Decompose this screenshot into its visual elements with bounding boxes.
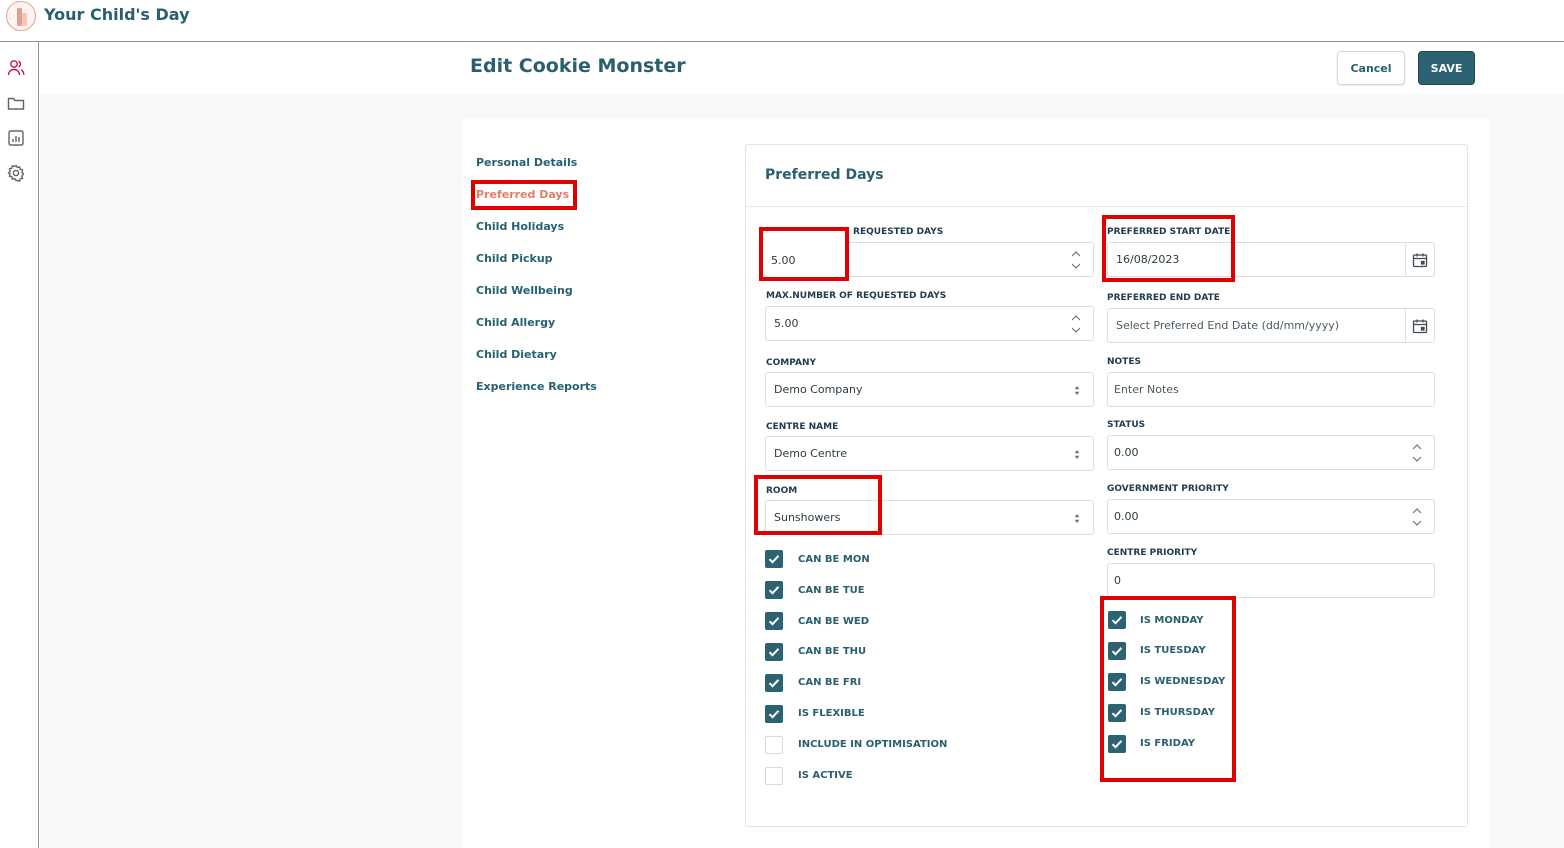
- stepper-icon[interactable]: [1071, 249, 1081, 271]
- menu-item-personal-details[interactable]: Personal Details: [476, 156, 577, 169]
- status-input[interactable]: 0.00: [1107, 435, 1435, 470]
- cancel-button[interactable]: Cancel: [1337, 51, 1405, 85]
- include-in-optimisation-checkbox[interactable]: [765, 736, 783, 754]
- max-days-label: MAX.NUMBER OF REQUESTED DAYS: [766, 291, 947, 301]
- can-be-mon-label[interactable]: CAN BE MON: [798, 554, 870, 565]
- settings-gear-icon[interactable]: [6, 163, 26, 183]
- panel-divider: [746, 206, 1467, 207]
- check-icon: [1111, 709, 1123, 718]
- check-icon: [1111, 740, 1123, 749]
- menu-item-child-wellbeing[interactable]: Child Wellbeing: [476, 284, 573, 297]
- menu-item-child-pickup[interactable]: Child Pickup: [476, 252, 553, 265]
- centre-priority-input[interactable]: 0: [1107, 563, 1435, 598]
- is-tuesday-label[interactable]: IS TUESDAY: [1140, 645, 1206, 656]
- stepper-icon[interactable]: [1412, 442, 1422, 464]
- folder-icon[interactable]: [6, 93, 26, 113]
- can-be-fri-checkbox[interactable]: [765, 674, 783, 692]
- room-select[interactable]: Sunshowers: [765, 500, 1094, 535]
- include-in-optimisation-label[interactable]: INCLUDE IN OPTIMISATION: [798, 739, 947, 750]
- check-icon: [768, 648, 780, 657]
- start-date-label: PREFERRED START DATE: [1107, 227, 1231, 237]
- centre-name-select[interactable]: Demo Centre: [765, 436, 1094, 471]
- min-days-label: MIN.NUMBER OF REQUESTED DAYS: [766, 227, 944, 237]
- centre-priority-label: CENTRE PRIORITY: [1107, 548, 1198, 558]
- can-be-thu-checkbox[interactable]: [765, 643, 783, 661]
- top-bar: Your Child's Day: [0, 0, 1564, 42]
- gov-priority-input[interactable]: 0.00: [1107, 499, 1435, 534]
- menu-item-child-dietary[interactable]: Child Dietary: [476, 348, 557, 361]
- panel-title: Preferred Days: [765, 167, 884, 183]
- select-arrows-icon: [1074, 514, 1080, 523]
- company-label: COMPANY: [766, 358, 816, 368]
- menu-item-child-allergy[interactable]: Child Allergy: [476, 316, 555, 329]
- menu-item-experience-reports[interactable]: Experience Reports: [476, 380, 597, 393]
- menu-item-preferred-days[interactable]: Preferred Days: [476, 188, 569, 201]
- stepper-icon[interactable]: [1412, 506, 1422, 528]
- can-be-thu-label[interactable]: CAN BE THU: [798, 646, 866, 657]
- check-icon: [768, 586, 780, 595]
- check-icon: [768, 679, 780, 688]
- select-arrows-icon: [1074, 450, 1080, 459]
- min-days-input[interactable]: 5.00: [765, 242, 1094, 277]
- is-wednesday-checkbox[interactable]: [1108, 673, 1126, 691]
- check-icon: [768, 710, 780, 719]
- is-active-checkbox[interactable]: [765, 767, 783, 785]
- start-date-input[interactable]: 16/08/2023: [1107, 242, 1435, 277]
- max-days-input[interactable]: 5.00: [765, 306, 1094, 341]
- check-icon: [1111, 616, 1123, 625]
- centre-name-label: CENTRE NAME: [766, 422, 839, 432]
- gov-priority-label: GOVERNMENT PRIORITY: [1107, 484, 1229, 494]
- check-icon: [1111, 678, 1123, 687]
- is-friday-checkbox[interactable]: [1108, 735, 1126, 753]
- check-icon: [1111, 647, 1123, 656]
- end-date-input[interactable]: Select Preferred End Date (dd/mm/yyyy): [1107, 308, 1435, 343]
- is-flexible-checkbox[interactable]: [765, 705, 783, 723]
- end-date-calendar-button[interactable]: [1405, 309, 1434, 342]
- notes-label: NOTES: [1107, 357, 1141, 367]
- can-be-wed-label[interactable]: CAN BE WED: [798, 616, 869, 627]
- app-title[interactable]: Your Child's Day: [44, 5, 190, 24]
- calendar-icon: [1412, 319, 1428, 333]
- app-logo-icon[interactable]: [6, 1, 36, 31]
- status-label: STATUS: [1107, 420, 1146, 430]
- end-date-label: PREFERRED END DATE: [1107, 293, 1220, 303]
- is-thursday-label[interactable]: IS THURSDAY: [1140, 707, 1215, 718]
- can-be-tue-label[interactable]: CAN BE TUE: [798, 585, 865, 596]
- can-be-wed-checkbox[interactable]: [765, 612, 783, 630]
- is-thursday-checkbox[interactable]: [1108, 704, 1126, 722]
- is-friday-label[interactable]: IS FRIDAY: [1140, 738, 1195, 749]
- check-icon: [768, 555, 780, 564]
- menu-item-child-holidays[interactable]: Child Holidays: [476, 220, 564, 233]
- check-icon: [768, 617, 780, 626]
- is-wednesday-label[interactable]: IS WEDNESDAY: [1140, 676, 1225, 687]
- can-be-tue-checkbox[interactable]: [765, 581, 783, 599]
- can-be-mon-checkbox[interactable]: [765, 550, 783, 568]
- can-be-fri-label[interactable]: CAN BE FRI: [798, 677, 861, 688]
- users-icon[interactable]: [6, 58, 26, 78]
- icon-sidebar: [0, 42, 39, 848]
- stepper-icon[interactable]: [1071, 313, 1081, 335]
- is-flexible-label[interactable]: IS FLEXIBLE: [798, 708, 865, 719]
- report-chart-icon[interactable]: [6, 128, 26, 148]
- notes-input[interactable]: Enter Notes: [1107, 372, 1435, 407]
- is-monday-label[interactable]: IS MONDAY: [1140, 615, 1204, 626]
- page-title: Edit Cookie Monster: [470, 55, 686, 77]
- save-button[interactable]: SAVE: [1418, 51, 1475, 85]
- company-select[interactable]: Demo Company: [765, 372, 1094, 407]
- start-date-calendar-button[interactable]: [1405, 243, 1434, 276]
- is-monday-checkbox[interactable]: [1108, 611, 1126, 629]
- room-label: ROOM: [766, 486, 798, 496]
- is-tuesday-checkbox[interactable]: [1108, 642, 1126, 660]
- select-arrows-icon: [1074, 386, 1080, 395]
- is-active-label[interactable]: IS ACTIVE: [798, 770, 853, 781]
- calendar-icon: [1412, 253, 1428, 267]
